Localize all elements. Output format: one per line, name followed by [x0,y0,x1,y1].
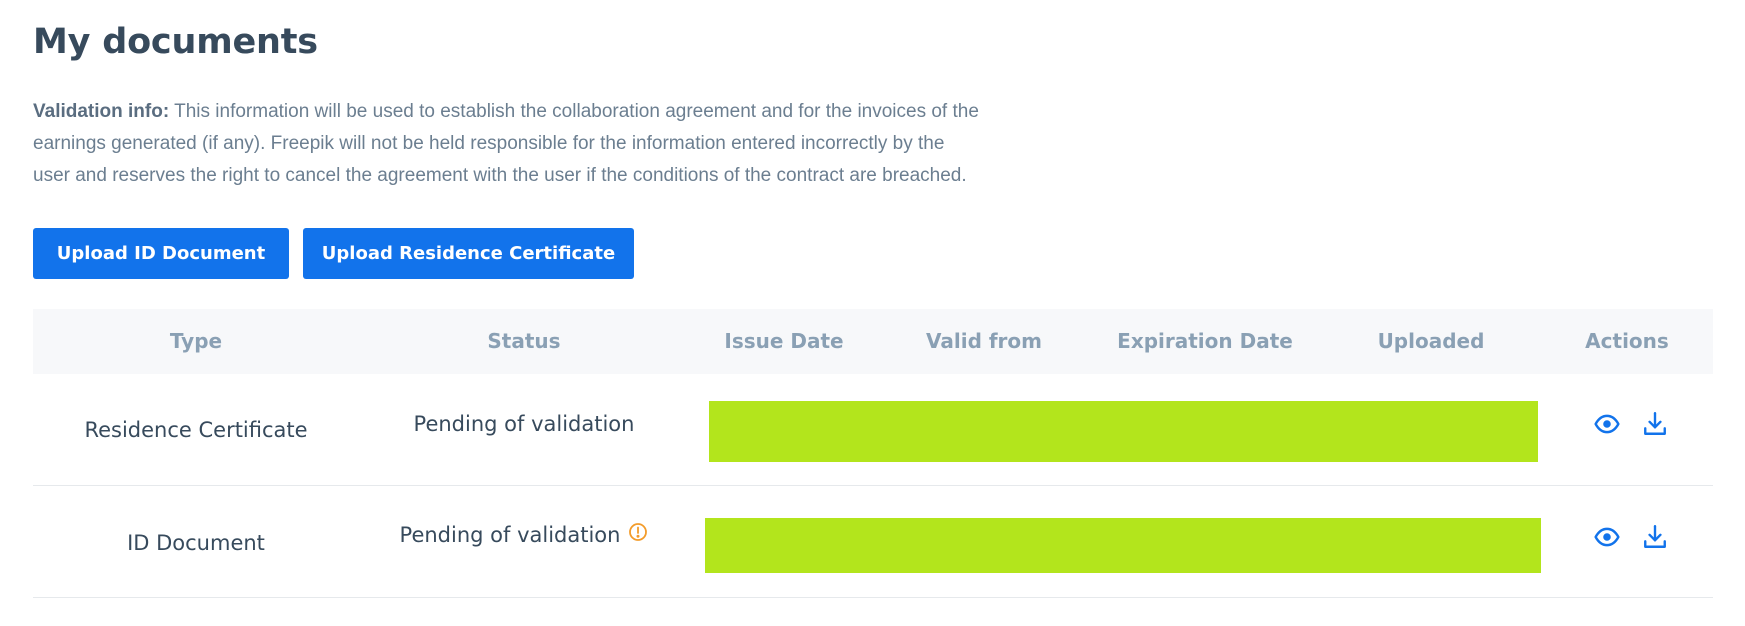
header-type: Type [169,329,223,353]
warning-icon[interactable] [628,522,648,547]
table-header: Type Status Issue Date Valid from Expira… [33,309,1713,374]
validation-info-text-line3: user and reserves the right to cancel th… [33,165,967,186]
row-status-cell: Pending of validation [359,522,689,547]
table-row: ID Document Pending of validation [33,486,1713,598]
validation-info-label: Validation info: [33,101,170,122]
eye-icon[interactable] [1594,524,1620,550]
upload-residence-certificate-button[interactable]: Upload Residence Certificate [303,228,634,279]
header-valid-from: Valid from [925,329,1042,353]
row-actions [1594,411,1668,437]
header-issue-date: Issue Date [724,329,844,353]
validation-info: Validation info: This information will b… [33,96,1033,192]
header-actions: Actions [1585,329,1669,353]
redacted-dates [709,401,1538,462]
row-type: ID Document [127,531,265,555]
page-title: My documents [33,22,318,62]
header-status: Status [487,329,561,353]
eye-icon[interactable] [1594,411,1620,437]
table-row: Residence Certificate Pending of validat… [33,374,1713,486]
header-uploaded: Uploaded [1377,329,1485,353]
documents-table: Type Status Issue Date Valid from Expira… [33,309,1713,598]
validation-info-text-line1: This information will be used to establi… [169,101,979,122]
row-type: Residence Certificate [84,418,308,442]
download-icon[interactable] [1642,524,1668,550]
header-expiration-date: Expiration Date [1117,329,1293,353]
row-actions [1594,524,1668,550]
validation-info-text-line2: earnings generated (if any). Freepik wil… [33,133,945,154]
upload-id-document-button[interactable]: Upload ID Document [33,228,289,279]
redacted-dates [705,518,1541,573]
row-status: Pending of validation [413,412,635,436]
row-status: Pending of validation [399,523,621,547]
download-icon[interactable] [1642,411,1668,437]
